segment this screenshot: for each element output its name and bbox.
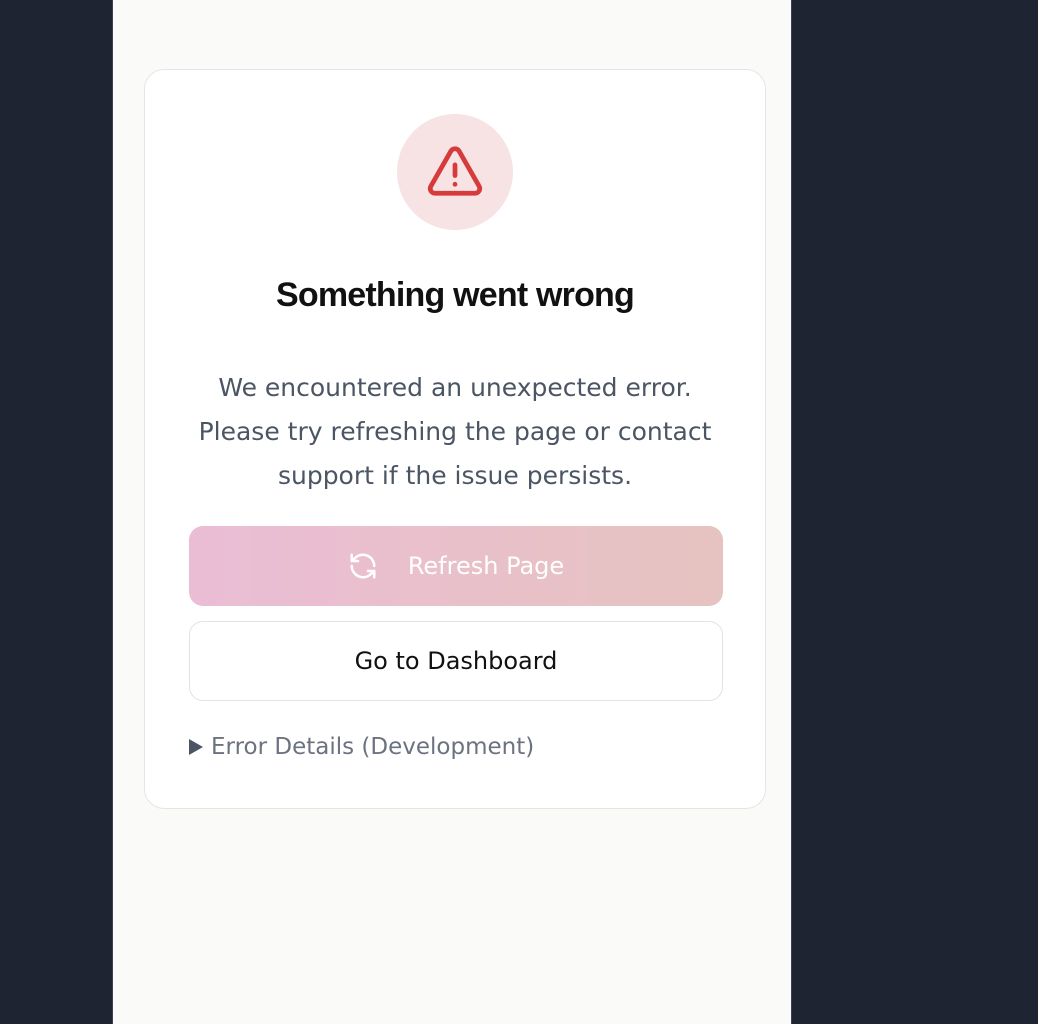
- go-to-dashboard-button[interactable]: Go to Dashboard: [189, 621, 723, 701]
- error-message: We encountered an unexpected error. Plea…: [198, 373, 712, 490]
- error-details-toggle[interactable]: Error Details (Development): [189, 734, 534, 760]
- error-card: Something went wrong We encountered an u…: [144, 69, 766, 809]
- disclosure-triangle-icon: [189, 739, 203, 755]
- warning-triangle-icon: [427, 146, 483, 196]
- go-to-dashboard-label: Go to Dashboard: [354, 647, 558, 675]
- error-title: Something went wrong: [276, 276, 635, 314]
- refresh-page-label: Refresh Page: [407, 552, 565, 580]
- warning-icon-badge: [397, 114, 513, 230]
- refresh-icon: [348, 551, 378, 581]
- app-viewport: Something went wrong We encountered an u…: [112, 0, 792, 1024]
- refresh-page-button[interactable]: Refresh Page: [189, 526, 723, 606]
- error-details-label: Error Details (Development): [211, 734, 535, 760]
